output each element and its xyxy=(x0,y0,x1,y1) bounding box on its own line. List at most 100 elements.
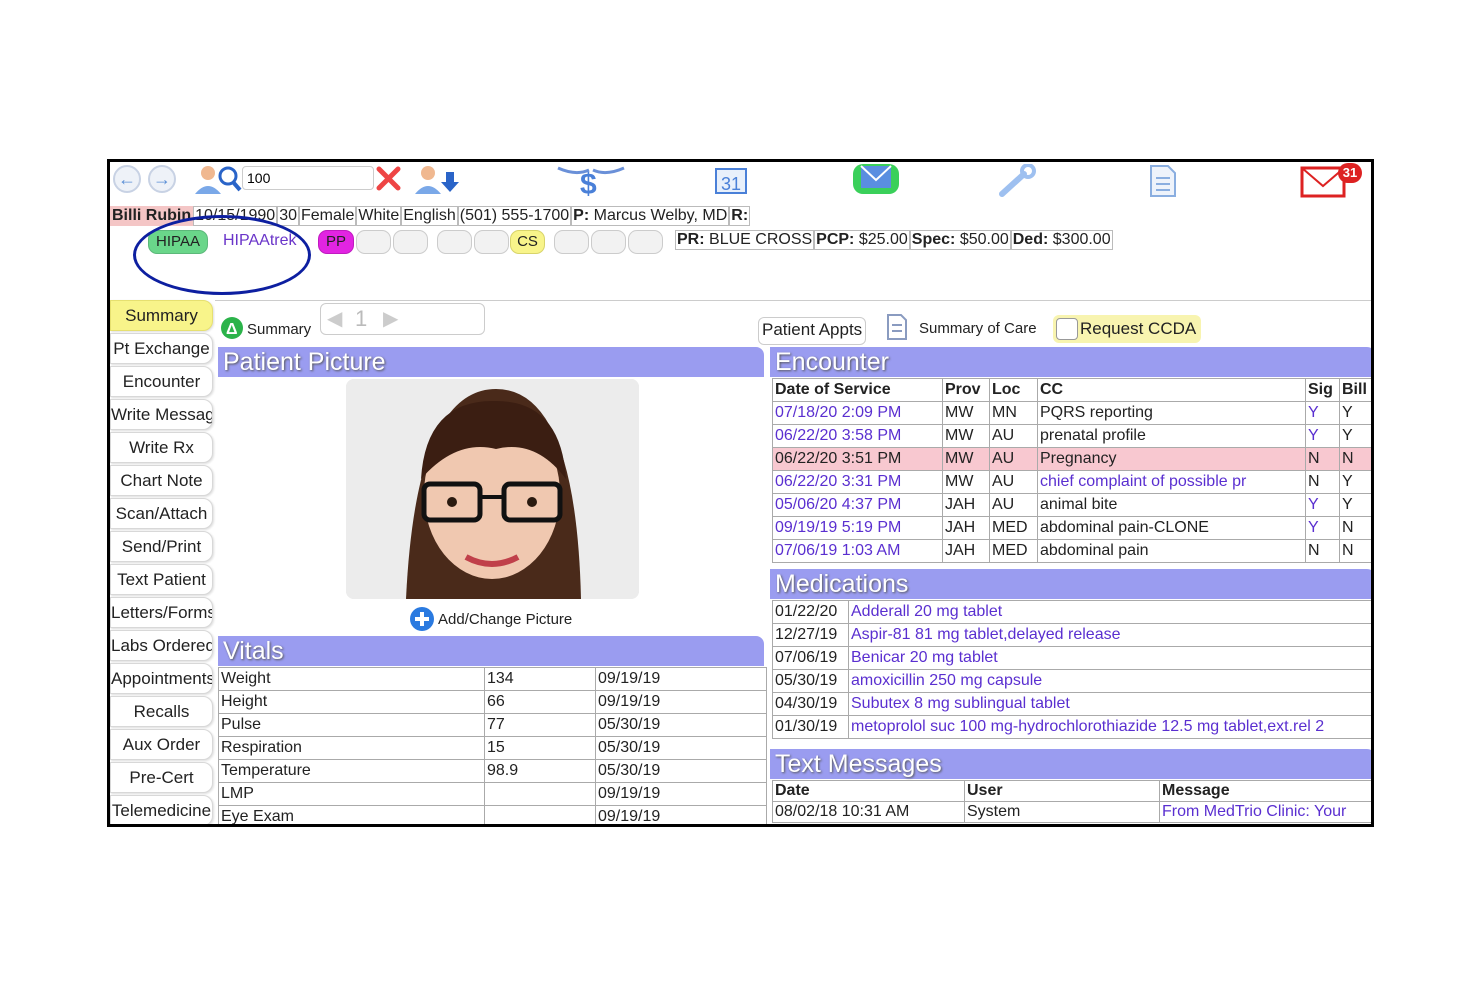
encounter-date[interactable]: 07/18/20 2:09 PM xyxy=(772,401,943,425)
medication-name[interactable]: Benicar 20 mg tablet xyxy=(848,646,1371,670)
vitals-row[interactable]: Pulse 77 05/30/19 xyxy=(218,713,767,737)
sidebar-item-letters-forms[interactable]: Letters/Forms xyxy=(110,597,213,628)
encounter-row[interactable]: 06/22/20 3:31 PM MW AU chief complaint of p… xyxy=(772,470,1371,494)
vital-name: Eye Exam xyxy=(218,805,485,824)
vitals-row[interactable]: Height 66 09/19/19 xyxy=(218,690,767,714)
sidebar-item-encounter[interactable]: Encounter xyxy=(110,366,213,397)
empty-chip[interactable] xyxy=(474,230,509,254)
medication-row[interactable]: 01/30/19 metoprolol suc 100 mg-hydrochlor… xyxy=(772,715,1371,739)
encounter-row[interactable]: 07/18/20 2:09 PM MW MN PQRS reporting Y Y xyxy=(772,401,1371,425)
empty-chip[interactable] xyxy=(393,230,428,254)
forward-button[interactable]: → xyxy=(148,165,176,193)
encounter-row[interactable]: 07/06/19 1:03 AM JAH MED abdominal pain N N xyxy=(772,539,1371,563)
sidebar-item-send-print[interactable]: Send/Print xyxy=(110,531,213,562)
pp-chip[interactable]: PP xyxy=(318,230,354,254)
encounter-row[interactable]: 05/06/20 4:37 PM JAH AU animal bite Y Y xyxy=(772,493,1371,517)
medication-row[interactable]: 12/27/19 Aspir-81 81 mg tablet,delayed re… xyxy=(772,623,1371,647)
medication-name[interactable]: Adderall 20 mg tablet xyxy=(848,600,1371,624)
add-picture-icon[interactable] xyxy=(408,605,436,633)
vitals-row[interactable]: Eye Exam 09/19/19 xyxy=(218,805,767,824)
request-ccda-checkbox[interactable] xyxy=(1056,318,1078,340)
medication-row[interactable]: 04/30/19 Subutex 8 mg sublingual tablet xyxy=(772,692,1371,716)
encounter-date[interactable]: 09/19/19 5:19 PM xyxy=(772,516,943,540)
sidebar-item-summary[interactable]: Summary xyxy=(110,300,213,331)
empty-chip[interactable] xyxy=(356,230,391,254)
vitals-row[interactable]: LMP 09/19/19 xyxy=(218,782,767,806)
next-page-icon[interactable]: ▶ xyxy=(383,306,398,331)
sidebar-item-aux-order[interactable]: Aux Order xyxy=(110,729,213,760)
encounter-date[interactable]: 06/22/20 3:31 PM xyxy=(772,470,943,494)
tools-icon[interactable] xyxy=(994,164,1040,198)
sidebar-item-appointments[interactable]: Appointments xyxy=(110,663,213,694)
encounter-date[interactable]: 06/22/20 3:51 PM xyxy=(772,447,943,471)
encounter-col-header[interactable]: CC xyxy=(1037,378,1306,402)
summary-of-care-icon[interactable] xyxy=(885,313,909,341)
prev-page-icon[interactable]: ◀ xyxy=(327,306,342,331)
patient-provider: P: Marcus Welby, MD xyxy=(571,206,730,226)
text-message-row[interactable]: 08/02/18 10:31 AM System From MedTrio Clin… xyxy=(772,801,1371,823)
encounter-col-header[interactable]: Bill xyxy=(1339,378,1371,402)
sidebar-item-pt-exchange[interactable]: Pt Exchange xyxy=(110,333,213,364)
vitals-row[interactable]: Respiration 15 05/30/19 xyxy=(218,736,767,760)
message-text[interactable]: From MedTrio Clinic: Your xyxy=(1159,801,1371,823)
patient-download-icon[interactable] xyxy=(412,164,464,196)
sidebar-item-pre-cert[interactable]: Pre-Cert xyxy=(110,762,213,793)
sidebar-item-write-rx[interactable]: Write Rx xyxy=(110,432,213,463)
sidebar-item-labs-ordered[interactable]: Labs Ordered xyxy=(110,630,213,661)
sidebar-item-text-patient[interactable]: Text Patient xyxy=(110,564,213,595)
empty-chip[interactable] xyxy=(591,230,626,254)
sidebar-item-chart-note[interactable]: Chart Note xyxy=(110,465,213,496)
spec-copay: Spec: $50.00 xyxy=(909,230,1011,250)
encounter-col-header[interactable]: Prov xyxy=(942,378,990,402)
patient-photo[interactable] xyxy=(346,379,639,599)
inbox-icon[interactable] xyxy=(850,162,902,198)
sidebar-item-telemedicine[interactable]: Telemedicine xyxy=(110,795,213,824)
text-messages-col-header[interactable]: Message xyxy=(1159,780,1371,802)
insurance-info: PR: BLUE CROSS PCP: $25.00 Spec: $50.00 Ded… xyxy=(675,230,1113,250)
medication-name[interactable]: Aspir-81 81 mg tablet,delayed release xyxy=(848,623,1371,647)
vitals-row[interactable]: Weight 134 09/19/19 xyxy=(218,667,767,691)
clear-icon[interactable] xyxy=(374,164,404,194)
encounter-col-header[interactable]: Date of Service xyxy=(772,378,943,402)
encounter-date[interactable]: 06/22/20 3:58 PM xyxy=(772,424,943,448)
add-change-picture-link[interactable]: Add/Change Picture xyxy=(438,611,572,628)
medication-row[interactable]: 05/30/19 amoxicillin 250 mg capsule xyxy=(772,669,1371,693)
empty-chip[interactable] xyxy=(554,230,589,254)
medication-name[interactable]: Subutex 8 mg sublingual tablet xyxy=(848,692,1371,716)
encounter-col-header[interactable]: Loc xyxy=(989,378,1038,402)
patient-search-input[interactable] xyxy=(242,166,374,190)
medication-name[interactable]: metoprolol suc 100 mg-hydrochlorothiazid… xyxy=(848,715,1371,739)
billing-icon[interactable]: $ xyxy=(556,162,626,198)
vital-date: 09/19/19 xyxy=(595,782,767,806)
vitals-row[interactable]: Temperature 98.9 05/30/19 xyxy=(218,759,767,783)
medication-date: 01/22/20 xyxy=(772,600,849,624)
patient-appts-button[interactable]: Patient Appts xyxy=(758,317,867,345)
document-icon[interactable] xyxy=(1146,164,1180,198)
empty-chip[interactable] xyxy=(628,230,663,254)
cs-chip[interactable]: CS xyxy=(510,230,545,254)
medication-row[interactable]: 07/06/19 Benicar 20 mg tablet xyxy=(772,646,1371,670)
sidebar-item-write-message[interactable]: Write Message xyxy=(110,399,213,430)
encounter-date[interactable]: 07/06/19 1:03 AM xyxy=(772,539,943,563)
encounter-date[interactable]: 05/06/20 4:37 PM xyxy=(772,493,943,517)
sidebar-item-recalls[interactable]: Recalls xyxy=(110,696,213,727)
request-ccda-button[interactable]: Request CCDA xyxy=(1053,315,1201,343)
encounter-row[interactable]: 09/19/19 5:19 PM JAH MED abdominal pain-CLO… xyxy=(772,516,1371,540)
encounter-col-header[interactable]: Sig xyxy=(1305,378,1340,402)
back-button[interactable]: ← xyxy=(113,165,141,193)
sidebar-item-scan-attach[interactable]: Scan/Attach xyxy=(110,498,213,529)
medication-row[interactable]: 01/22/20 Adderall 20 mg tablet xyxy=(772,600,1371,624)
medication-date: 07/06/19 xyxy=(772,646,849,670)
text-messages-col-header[interactable]: Date xyxy=(772,780,965,802)
summary-of-care-link[interactable]: Summary of Care xyxy=(919,320,1037,337)
text-messages-col-header[interactable]: User xyxy=(964,780,1160,802)
encounter-row[interactable]: 06/22/20 3:51 PM MW AU Pregnancy N N xyxy=(772,447,1371,471)
empty-chip[interactable] xyxy=(437,230,472,254)
calendar-icon[interactable]: 31 xyxy=(713,166,749,196)
pcp-label: PCP: xyxy=(816,231,855,248)
patient-search-icon[interactable] xyxy=(190,164,242,196)
summary-delta-icon[interactable]: Δ xyxy=(220,316,244,340)
encounter-row[interactable]: 06/22/20 3:58 PM MW AU prenatal profile Y Y xyxy=(772,424,1371,448)
medication-name[interactable]: amoxicillin 250 mg capsule xyxy=(848,669,1371,693)
encounter-bill: N xyxy=(1339,516,1371,540)
